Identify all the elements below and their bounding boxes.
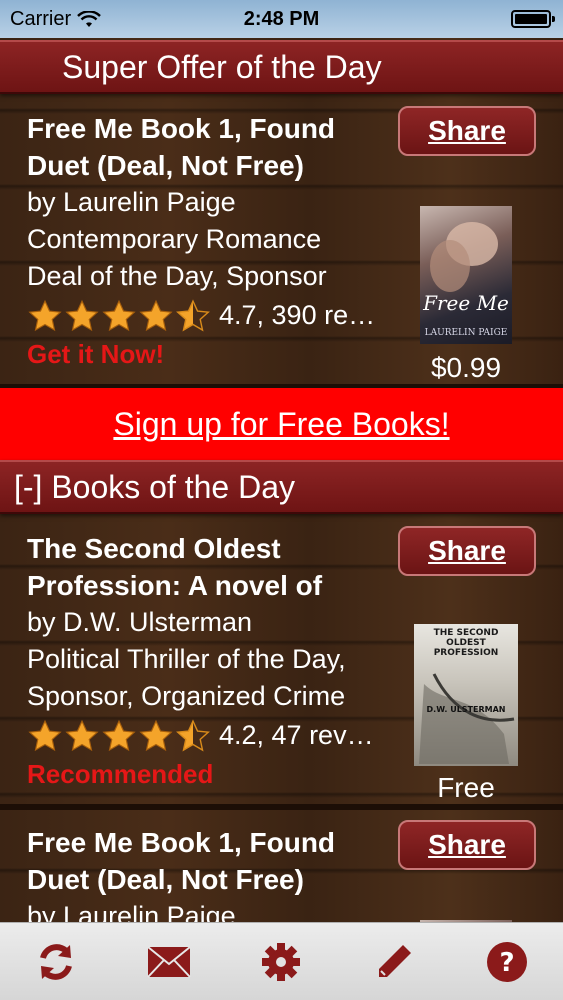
book-card[interactable]: The Second Oldest Profession: A novel of… [0, 516, 563, 804]
cover-author: D.W. ULSTERMAN [427, 705, 506, 714]
cover-title: Free Me [422, 291, 509, 315]
cover-author: LAURELIN PAIGE [425, 328, 508, 338]
book-price: $0.99 [430, 352, 502, 383]
star-icon [28, 299, 62, 331]
book-price: Free [437, 772, 495, 803]
books-of-day-header[interactable]: [-] Books of the Day [0, 460, 563, 514]
book-genre: Contemporary Romance [27, 224, 322, 254]
book-categories: Sponsor, Organized Crime [27, 681, 346, 711]
book-author: by D.W. Ulsterman [27, 607, 253, 637]
book-info: Free Me Book 1, Found Duet (Deal, Not Fr… [27, 824, 387, 922]
cover-title: THE SECOND OLDEST PROFESSION [433, 628, 499, 658]
gear-icon[interactable] [258, 939, 304, 985]
pencil-icon[interactable] [371, 939, 417, 985]
book-title-line1: The Second Oldest [27, 533, 281, 564]
book-info: Free Me Book 1, Found Duet (Deal, Not Fr… [27, 110, 387, 373]
share-button[interactable]: Share [398, 820, 536, 870]
half-star-icon [176, 298, 210, 331]
star-icon [102, 299, 136, 331]
clock: 2:48 PM [243, 8, 320, 30]
book-categories: Deal of the Day, Sponsor [27, 261, 327, 291]
book-genre: Political Thriller of the Day, [27, 644, 346, 674]
star-icon [139, 299, 173, 331]
refresh-icon[interactable] [33, 939, 79, 985]
recommended-label: Recommended [27, 759, 214, 789]
book-cover[interactable]: Free Me LAURELIN PAIGE [420, 206, 512, 344]
share-button[interactable]: Share [398, 106, 536, 156]
signup-banner[interactable]: Sign up for Free Books! [0, 388, 563, 460]
book-card[interactable]: Free Me Book 1, Found Duet (Deal, Not Fr… [0, 810, 563, 922]
mail-icon[interactable] [146, 939, 192, 985]
star-rating [27, 298, 211, 333]
cover-art: Free Me LAURELIN PAIGE [422, 222, 509, 338]
rating-row: 4.7, 390 reviews [27, 297, 387, 334]
rating-row: 4.2, 47 reviews [27, 717, 387, 754]
book-title-line1: Free Me Book 1, Found [27, 113, 336, 144]
book-title-line2: Duet (Deal, Not Free) [27, 150, 304, 181]
star-icon [28, 719, 62, 751]
rating-text: 4.2, 47 reviews [219, 720, 379, 750]
share-button[interactable]: Share [398, 526, 536, 576]
super-offer-header: Super Offer of the Day [0, 40, 563, 94]
book-info: The Second Oldest Profession: A novel of… [27, 530, 387, 793]
book-cover[interactable]: THE SECOND OLDEST PROFESSION D.W. ULSTER… [414, 624, 518, 766]
help-icon[interactable]: ? [484, 939, 530, 985]
super-offer-card[interactable]: Free Me Book 1, Found Duet (Deal, Not Fr… [0, 96, 563, 386]
tab-bar: ? [0, 922, 563, 1000]
cover-art: THE SECOND OLDEST PROFESSION D.W. ULSTER… [419, 628, 515, 764]
book-list[interactable]: Super Offer of the Day Free Me Book 1, F… [0, 38, 563, 922]
star-icon [65, 719, 99, 751]
half-star-icon [176, 718, 210, 751]
rating-text: 4.7, 390 reviews [219, 300, 379, 330]
svg-text:?: ? [499, 948, 514, 978]
book-title-line1: Free Me Book 1, Found [27, 827, 336, 858]
book-author: by Laurelin Paige [27, 187, 236, 217]
get-it-now-link[interactable]: Get it Now! [27, 336, 387, 373]
book-title-line2: Duet (Deal, Not Free) [27, 864, 304, 895]
star-rating [27, 718, 211, 753]
battery-icon [511, 10, 555, 28]
status-bar: Carrier 2:48 PM [0, 0, 563, 38]
star-icon [102, 719, 136, 751]
book-author: by Laurelin Paige [27, 901, 236, 922]
star-icon [65, 299, 99, 331]
star-icon [139, 719, 173, 751]
book-title-line2: Profession: A novel of [27, 570, 323, 601]
